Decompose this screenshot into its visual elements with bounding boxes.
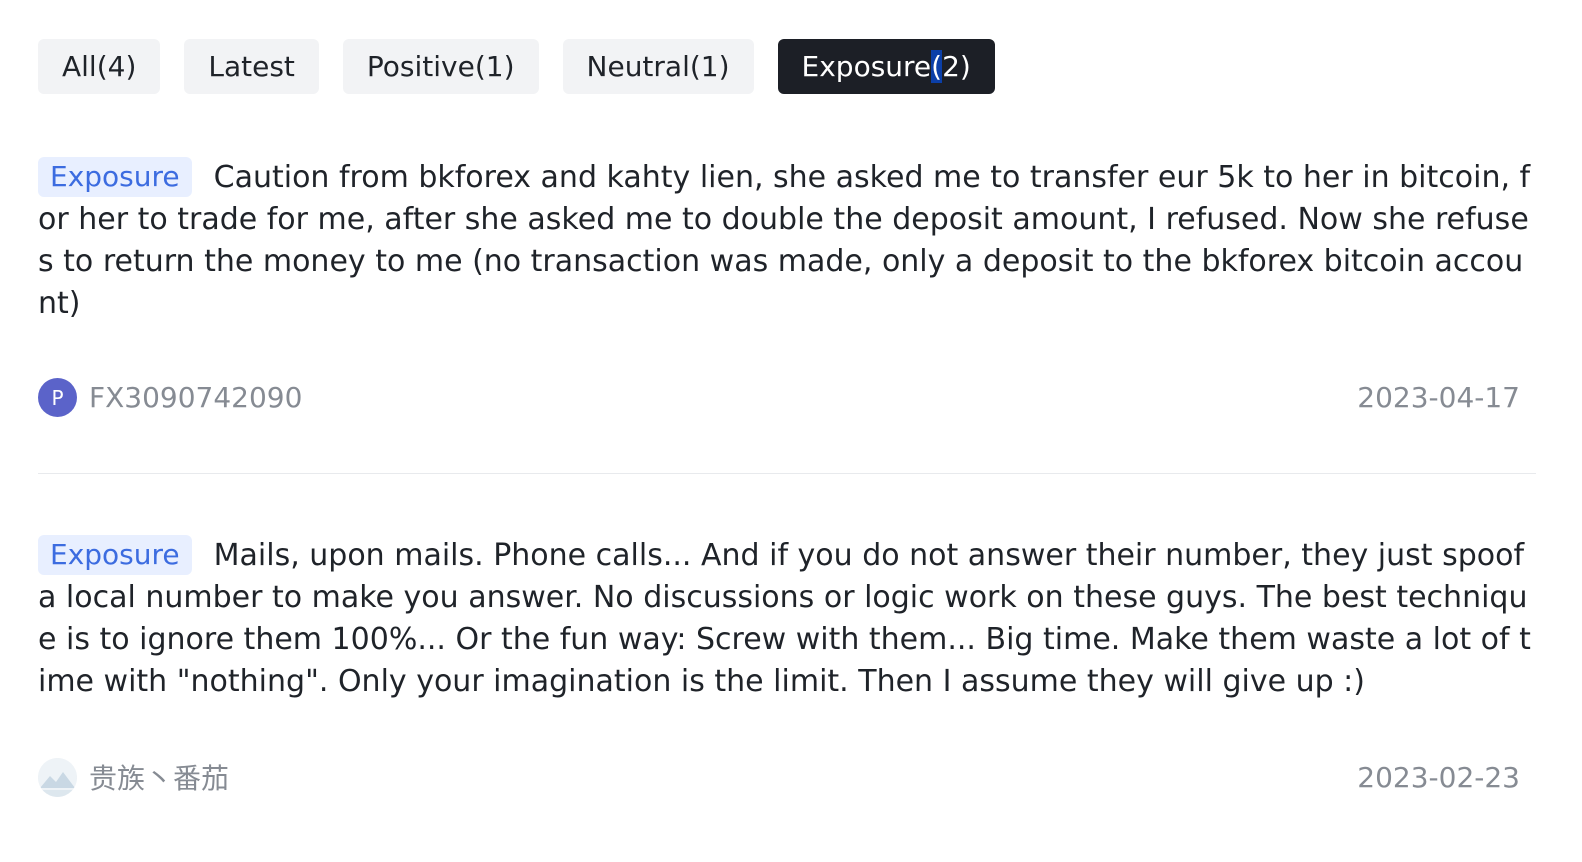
- review-text: Caution from bkforex and kahty lien, she…: [38, 160, 1531, 321]
- text-selection-highlight: (: [931, 50, 943, 83]
- avatar: [38, 757, 77, 797]
- divider: [38, 473, 1536, 474]
- tab-neutral[interactable]: Neutral(1): [562, 39, 754, 94]
- review-card: Exposure Mails, upon mails. Phone calls..…: [38, 535, 1536, 797]
- tab-all[interactable]: All(4): [38, 39, 161, 94]
- review-author[interactable]: P FX3090742090: [38, 378, 302, 417]
- exposure-tag: Exposure: [38, 157, 192, 197]
- review-body: Exposure Caution from bkforex and kahty l…: [38, 157, 1536, 325]
- tab-positive[interactable]: Positive(1): [342, 39, 539, 94]
- review-meta: 贵族丶番茄 2023-02-23: [38, 757, 1520, 797]
- author-name: FX3090742090: [89, 381, 303, 414]
- tab-exposure[interactable]: Exposure(2): [777, 39, 995, 94]
- author-name: 贵族丶番茄: [89, 762, 230, 795]
- review-card: Exposure Caution from bkforex and kahty l…: [38, 157, 1536, 417]
- tab-exposure-label: Exposure: [801, 50, 932, 83]
- tab-latest[interactable]: Latest: [184, 39, 319, 94]
- review-author[interactable]: 贵族丶番茄: [38, 757, 229, 797]
- exposure-tag: Exposure: [38, 535, 192, 575]
- review-text: Mails, upon mails. Phone calls... And if…: [38, 538, 1531, 699]
- mountain-avatar-icon: [38, 757, 77, 797]
- filter-tabs: All(4) Latest Positive(1) Neutral(1) Exp…: [38, 39, 995, 94]
- review-date: 2023-04-17: [1357, 381, 1520, 414]
- review-body: Exposure Mails, upon mails. Phone calls..…: [38, 535, 1536, 703]
- tab-exposure-count: 2): [942, 50, 971, 83]
- review-meta: P FX3090742090 2023-04-17: [38, 378, 1520, 417]
- review-date: 2023-02-23: [1357, 760, 1520, 794]
- avatar: P: [38, 378, 77, 417]
